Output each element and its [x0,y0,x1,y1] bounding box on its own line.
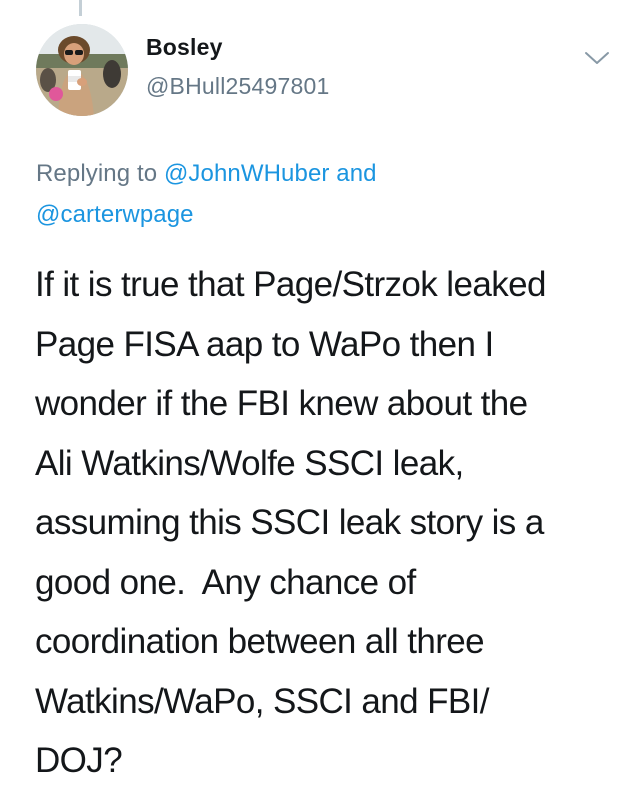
tweet-text: If it is true that Page/Strzok leaked Pa… [35,255,625,791]
thread-connector-line [79,0,82,16]
tweet-text-line: coordination between all three [35,622,485,661]
replying-to-prefix: Replying to [36,160,158,187]
tweet-text-line: Watkins/WaPo, SSCI and FBI/ [35,681,489,721]
replying-to-line-2: @carterwpage [36,201,596,229]
tweet-text-line: assuming this SSCI leak story is a [35,503,544,542]
author-display-name[interactable]: Bosley [146,34,223,61]
tweet-text-line: DOJ? [35,741,123,780]
author-handle[interactable]: @BHull25497801 [146,73,329,100]
tweet-text-line: If it is true that Page/Strzok leaked [35,265,546,304]
profile-photo-icon [36,24,128,116]
mention-link-johnwhuber[interactable]: @JohnWHuber [164,160,330,187]
replying-to-conjunction[interactable]: and [336,160,376,187]
replying-to-line: Replying to @JohnWHuber and [36,160,596,188]
tweet-text-line: good one. Any chance of [35,562,416,602]
tweet-text-line: wonder if the FBI knew about the [35,384,528,423]
avatar[interactable] [36,24,128,116]
chevron-down-icon[interactable] [582,46,612,70]
mention-link-carterwpage[interactable]: @carterwpage [36,201,194,228]
tweet-text-line: Ali Watkins/Wolfe SSCI leak, [35,443,464,483]
tweet-text-line: Page FISA aap to WaPo then I [35,324,494,364]
